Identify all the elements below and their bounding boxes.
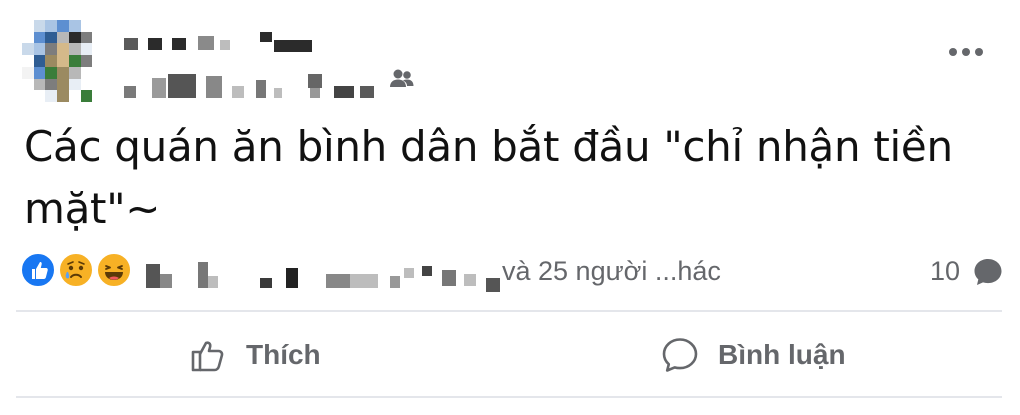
post-text: Các quán ăn bình dân bắt đầu "chỉ nhận t…	[24, 122, 953, 233]
avatar[interactable]	[22, 20, 104, 102]
friends-icon	[388, 68, 416, 90]
ellipsis-dot	[975, 48, 983, 56]
avatar-pixel	[80, 55, 93, 67]
avatar-pixel	[57, 20, 69, 32]
comment-count[interactable]: 10	[930, 256, 960, 287]
avatar-pixel	[45, 43, 58, 56]
comment-label: Bình luận	[718, 339, 846, 370]
avatar-pixel	[68, 78, 81, 91]
avatar-pixel	[68, 66, 81, 79]
more-options-button[interactable]	[944, 40, 988, 64]
avatar-pixel	[68, 20, 81, 32]
comment-bubble-icon[interactable]	[972, 256, 1004, 288]
avatar-pixel	[80, 43, 93, 56]
avatar-pixel	[33, 55, 46, 67]
ellipsis-icon	[949, 48, 957, 56]
avatar-pixel	[92, 55, 104, 67]
avatar-pixel	[45, 90, 58, 102]
avatar-pixel	[92, 78, 104, 91]
comment-icon	[660, 335, 700, 375]
facebook-post: Các quán ăn bình dân bắt đầu "chỉ nhận t…	[0, 0, 1020, 415]
avatar-pixel	[22, 78, 34, 91]
avatar-pixel	[92, 43, 104, 56]
avatar-pixel	[68, 43, 81, 56]
avatar-pixel	[57, 78, 69, 91]
divider	[16, 310, 1002, 312]
divider	[16, 396, 1002, 398]
avatar-pixel	[68, 90, 81, 102]
avatar-pixel	[22, 66, 34, 79]
avatar-pixel	[80, 31, 93, 44]
avatar-pixel	[92, 31, 104, 44]
avatar-pixel	[45, 20, 58, 32]
avatar-pixel	[92, 20, 104, 32]
avatar-pixel	[57, 31, 69, 44]
avatar-pixel	[57, 90, 69, 102]
like-label: Thích	[246, 339, 321, 370]
thumbs-up-icon	[188, 335, 228, 375]
avatar-pixel	[80, 78, 93, 91]
avatar-pixel	[45, 66, 58, 79]
avatar-pixel	[22, 90, 34, 102]
reactor-names-redacted[interactable]	[146, 258, 520, 294]
avatar-pixel	[33, 66, 46, 79]
ellipsis-dot	[962, 48, 970, 56]
reactions-bar[interactable]: và 25 người ...hác 10	[20, 252, 1002, 292]
avatar-pixel	[80, 20, 93, 32]
avatar-pixel	[45, 55, 58, 67]
reactors-count-text[interactable]: và 25 người ...hác	[502, 256, 721, 287]
avatar-pixel	[33, 31, 46, 44]
avatar-pixel	[57, 66, 69, 79]
comment-button[interactable]: Bình luận	[660, 330, 846, 380]
avatar-pixel	[80, 90, 93, 102]
sad-icon[interactable]	[58, 252, 94, 288]
avatar-pixel	[22, 55, 34, 67]
avatar-pixel	[33, 90, 46, 102]
avatar-pixel	[33, 78, 46, 91]
author-name-redacted[interactable]	[124, 30, 324, 52]
avatar-pixel	[68, 31, 81, 44]
avatar-pixel	[33, 43, 46, 56]
avatar-pixel	[45, 78, 58, 91]
like-icon[interactable]	[20, 252, 56, 288]
avatar-pixel	[22, 31, 34, 44]
avatar-pixel	[92, 66, 104, 79]
avatar-pixel	[68, 55, 81, 67]
avatar-pixel	[57, 55, 69, 67]
post-meta-redacted[interactable]	[124, 74, 424, 100]
avatar-pixel	[92, 90, 104, 102]
avatar-pixel	[22, 20, 34, 32]
avatar-pixel	[80, 66, 93, 79]
avatar-pixel	[33, 20, 46, 32]
avatar-pixel	[57, 43, 69, 56]
haha-icon[interactable]	[96, 252, 132, 288]
avatar-pixel	[22, 43, 34, 56]
like-button[interactable]: Thích	[188, 330, 321, 380]
avatar-pixel	[45, 31, 58, 44]
